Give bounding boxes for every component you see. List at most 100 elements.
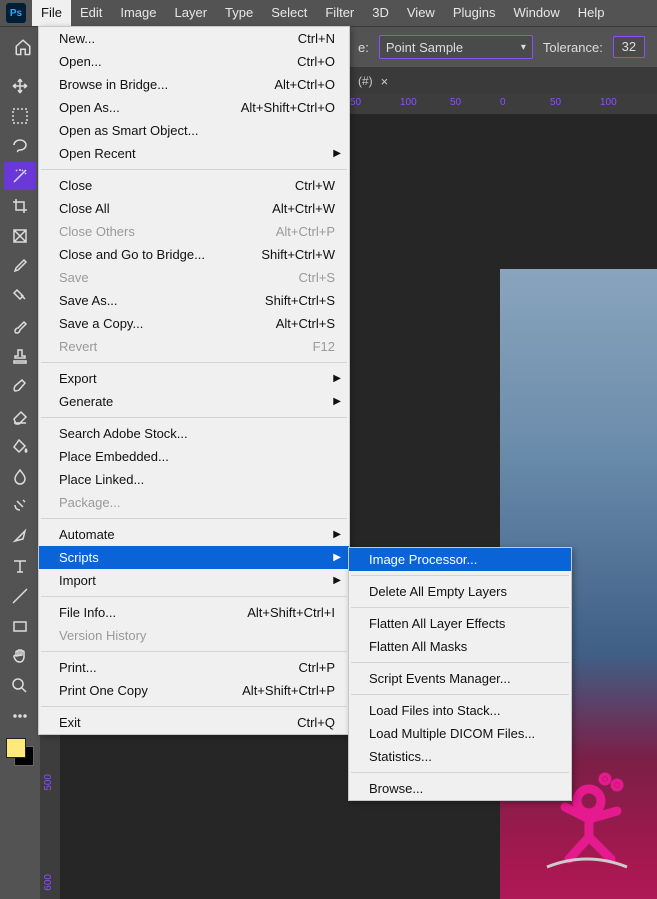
file-menu-item-generate[interactable]: Generate▶ [39, 390, 349, 413]
menu-item-label: Save a Copy... [59, 316, 143, 331]
sample-select[interactable]: Point Sample ▾ [379, 35, 533, 59]
menu-item-label: Export [59, 371, 97, 386]
tool-type[interactable] [4, 552, 36, 580]
menu-separator [41, 651, 347, 652]
menu-shortcut: Alt+Ctrl+S [276, 316, 335, 331]
menu-item-label: Flatten All Masks [369, 639, 467, 654]
tool-heal[interactable] [4, 282, 36, 310]
document-tab[interactable]: (#) × [348, 67, 396, 95]
tool-marquee[interactable] [4, 102, 36, 130]
menu-select[interactable]: Select [262, 0, 316, 26]
file-menu-item-print[interactable]: Print...Ctrl+P [39, 656, 349, 679]
sample-value: Point Sample [386, 40, 463, 55]
file-menu-item-file-info[interactable]: File Info... Alt+Shift+Ctrl+I [39, 601, 349, 624]
menu-shortcut: Alt+Shift+Ctrl+P [242, 683, 335, 698]
tool-blur[interactable] [4, 462, 36, 490]
file-menu-item-scripts[interactable]: Scripts▶ [39, 546, 349, 569]
menu-item-label: File Info... [59, 605, 116, 620]
file-menu-item-place-embedded[interactable]: Place Embedded... [39, 445, 349, 468]
ruler-tick: 50 [450, 97, 461, 108]
file-menu-item-close[interactable]: CloseCtrl+W [39, 174, 349, 197]
scripts-menu-item-browse[interactable]: Browse... [349, 777, 571, 800]
tool-rect[interactable] [4, 612, 36, 640]
tool-lasso[interactable] [4, 132, 36, 160]
file-menu-item-open[interactable]: Open... Ctrl+O [39, 50, 349, 73]
tool-brush[interactable] [4, 312, 36, 340]
tool-hand[interactable] [4, 642, 36, 670]
menu-help[interactable]: Help [569, 0, 614, 26]
menu-shortcut: Shift+Ctrl+S [265, 293, 335, 308]
file-menu-item-close-and-go-to-bridge[interactable]: Close and Go to Bridge... Shift+Ctrl+W [39, 243, 349, 266]
file-menu-item-search-adobe-stock[interactable]: Search Adobe Stock... [39, 422, 349, 445]
ruler-tick: 600 [43, 874, 54, 891]
file-menu-item-open-as[interactable]: Open As...Alt+Shift+Ctrl+O [39, 96, 349, 119]
file-menu-item-automate[interactable]: Automate▶ [39, 523, 349, 546]
tool-eyedrop[interactable] [4, 252, 36, 280]
menu-item-label: Package... [59, 495, 120, 510]
tool-eraser[interactable] [4, 402, 36, 430]
menu-separator [41, 169, 347, 170]
scripts-menu-item-flatten-all-masks[interactable]: Flatten All Masks [349, 635, 571, 658]
tool-crop[interactable] [4, 192, 36, 220]
scripts-menu-item-image-processor[interactable]: Image Processor... [349, 548, 571, 571]
file-menu-item-place-linked[interactable]: Place Linked... [39, 468, 349, 491]
tool-zoom[interactable] [4, 672, 36, 700]
menu-separator [41, 596, 347, 597]
menu-shortcut: Ctrl+O [297, 54, 335, 69]
tool-stamp[interactable] [4, 342, 36, 370]
tool-wand[interactable] [4, 162, 36, 190]
menu-layer[interactable]: Layer [166, 0, 217, 26]
menu-shortcut: Shift+Ctrl+W [261, 247, 335, 262]
file-menu-item-print-one-copy[interactable]: Print One CopyAlt+Shift+Ctrl+P [39, 679, 349, 702]
menu-item-label: Exit [59, 715, 81, 730]
menu-window[interactable]: Window [504, 0, 568, 26]
tool-frame[interactable] [4, 222, 36, 250]
tolerance-input[interactable]: 32 [613, 36, 645, 58]
file-menu-item-open-recent[interactable]: Open Recent▶ [39, 142, 349, 165]
menu-type[interactable]: Type [216, 0, 262, 26]
scripts-menu-item-flatten-all-layer-effects[interactable]: Flatten All Layer Effects [349, 612, 571, 635]
scripts-menu-item-script-events-manager[interactable]: Script Events Manager... [349, 667, 571, 690]
menu-shortcut: Alt+Ctrl+O [274, 77, 335, 92]
menu-edit[interactable]: Edit [71, 0, 111, 26]
tool-history[interactable] [4, 372, 36, 400]
file-menu-item-open-as-smart-object[interactable]: Open as Smart Object... [39, 119, 349, 142]
tool-move[interactable] [4, 72, 36, 100]
menu-shortcut: Alt+Ctrl+P [276, 224, 335, 239]
file-menu-item-version-history: Version History [39, 624, 349, 647]
tool-bucket[interactable] [4, 432, 36, 460]
tool-pen[interactable] [4, 522, 36, 550]
menu-3d[interactable]: 3D [363, 0, 398, 26]
tool-more[interactable] [4, 702, 36, 730]
scripts-menu-item-statistics[interactable]: Statistics... [349, 745, 571, 768]
file-menu-item-close-all[interactable]: Close AllAlt+Ctrl+W [39, 197, 349, 220]
fg-color[interactable] [6, 738, 26, 758]
menu-image[interactable]: Image [111, 0, 165, 26]
file-menu-item-save-as[interactable]: Save As...Shift+Ctrl+S [39, 289, 349, 312]
menu-item-label: Flatten All Layer Effects [369, 616, 505, 631]
close-icon[interactable]: × [381, 74, 389, 89]
menu-shortcut: Alt+Shift+Ctrl+I [247, 605, 335, 620]
menu-item-label: Open... [59, 54, 102, 69]
submenu-arrow-icon: ▶ [333, 148, 341, 159]
home-button[interactable] [8, 31, 38, 63]
menu-plugins[interactable]: Plugins [444, 0, 505, 26]
menu-filter[interactable]: Filter [316, 0, 363, 26]
scripts-menu-item-load-multiple-dicom-files[interactable]: Load Multiple DICOM Files... [349, 722, 571, 745]
file-menu-item-save-a-copy[interactable]: Save a Copy... Alt+Ctrl+S [39, 312, 349, 335]
menu-file[interactable]: File [32, 0, 71, 26]
scripts-menu-item-load-files-into-stack[interactable]: Load Files into Stack... [349, 699, 571, 722]
color-swatches[interactable] [4, 736, 36, 768]
file-menu-item-import[interactable]: Import▶ [39, 569, 349, 592]
menu-shortcut: Alt+Shift+Ctrl+O [241, 100, 335, 115]
menu-item-label: Close Others [59, 224, 135, 239]
scripts-menu-item-delete-all-empty-layers[interactable]: Delete All Empty Layers [349, 580, 571, 603]
menu-item-label: Close and Go to Bridge... [59, 247, 205, 262]
file-menu-item-export[interactable]: Export▶ [39, 367, 349, 390]
file-menu-item-browse-in-bridge[interactable]: Browse in Bridge...Alt+Ctrl+O [39, 73, 349, 96]
tool-dodge[interactable] [4, 492, 36, 520]
file-menu-item-new[interactable]: New...Ctrl+N [39, 27, 349, 50]
tool-path[interactable] [4, 582, 36, 610]
menu-view[interactable]: View [398, 0, 444, 26]
file-menu-item-exit[interactable]: ExitCtrl+Q [39, 711, 349, 734]
